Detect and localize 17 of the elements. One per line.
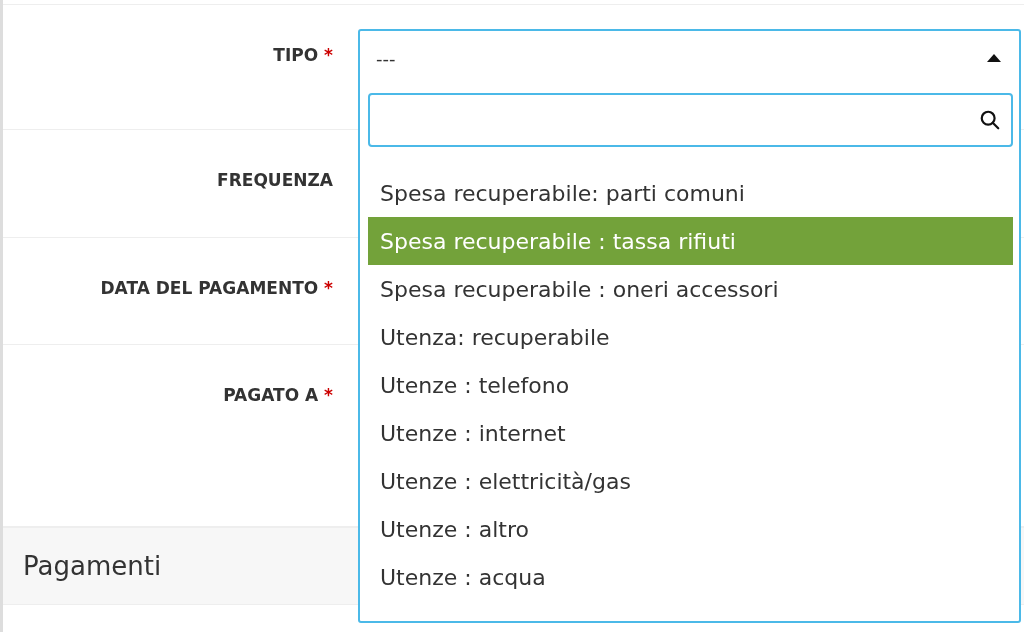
dropdown-option[interactable]: Utenze : internet bbox=[368, 409, 1013, 457]
field-label: PAGATO A * bbox=[223, 384, 333, 405]
dropdown-option[interactable]: Spesa recuperabile : oneri accessori bbox=[368, 265, 1013, 313]
field-label: DATA DEL PAGAMENTO * bbox=[100, 277, 333, 298]
dropdown-option[interactable]: Utenze : telefono bbox=[368, 361, 1013, 409]
dropdown-option[interactable]: Utenza: recuperabile bbox=[368, 313, 1013, 361]
search-icon bbox=[979, 109, 1001, 131]
field-label: TIPO * bbox=[273, 44, 333, 65]
dropdown-option[interactable]: Utenze : altro bbox=[368, 505, 1013, 553]
field-label: FREQUENZA bbox=[217, 169, 333, 190]
section-title: Pagamenti bbox=[23, 551, 162, 581]
dropdown-option[interactable]: Utenze : acqua bbox=[368, 553, 1013, 601]
type-select[interactable]: --- bbox=[360, 31, 1019, 85]
dropdown-option[interactable]: Utenze : elettricità/gas bbox=[368, 457, 1013, 505]
caret-icon bbox=[987, 54, 1001, 62]
search-field[interactable] bbox=[368, 93, 1013, 147]
dropdown-option[interactable]: Spesa recuperabile: parti comuni bbox=[368, 169, 1013, 217]
